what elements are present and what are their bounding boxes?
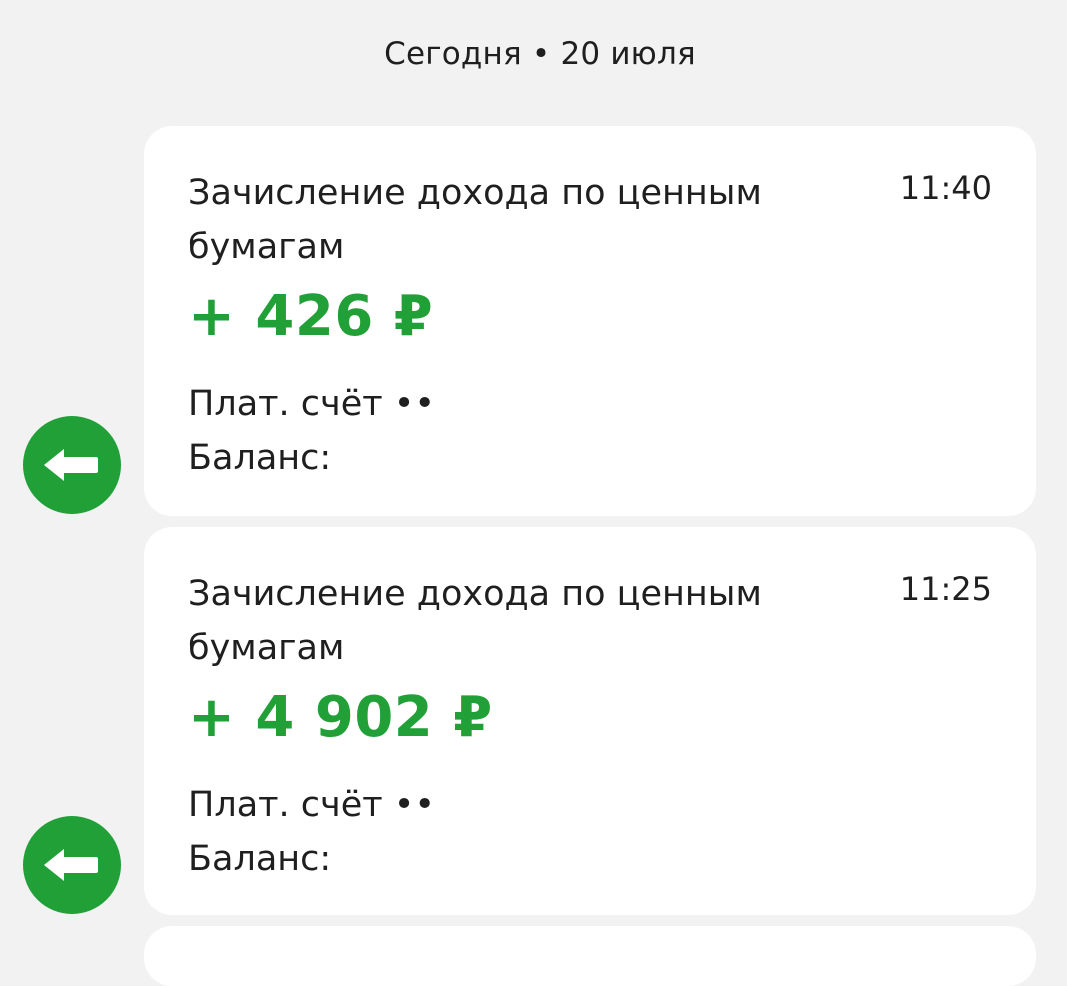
operation-amount: + 426 ₽ xyxy=(188,284,434,349)
operation-card[interactable]: Зачисление дохода по ценным бумагам 11:4… xyxy=(144,126,1036,516)
operation-account: Плат. счёт •• xyxy=(188,384,436,424)
incoming-arrow-left-icon xyxy=(23,816,121,914)
operation-card-partial[interactable] xyxy=(144,926,1036,986)
operation-account: Плат. счёт •• xyxy=(188,785,436,825)
operation-title: Зачисление дохода по ценным бумагам xyxy=(188,173,762,267)
operation-balance: Баланс: xyxy=(188,839,332,879)
date-header: Сегодня • 20 июля xyxy=(384,36,696,72)
operation-time: 11:40 xyxy=(899,169,992,207)
operation-balance: Баланс: xyxy=(188,438,332,478)
incoming-arrow-left-icon xyxy=(23,416,121,514)
operation-amount: + 4 902 ₽ xyxy=(188,685,493,750)
operation-time: 11:25 xyxy=(899,570,992,608)
operation-card[interactable]: Зачисление дохода по ценным бумагам 11:2… xyxy=(144,527,1036,915)
operation-title: Зачисление дохода по ценным бумагам xyxy=(188,574,762,668)
